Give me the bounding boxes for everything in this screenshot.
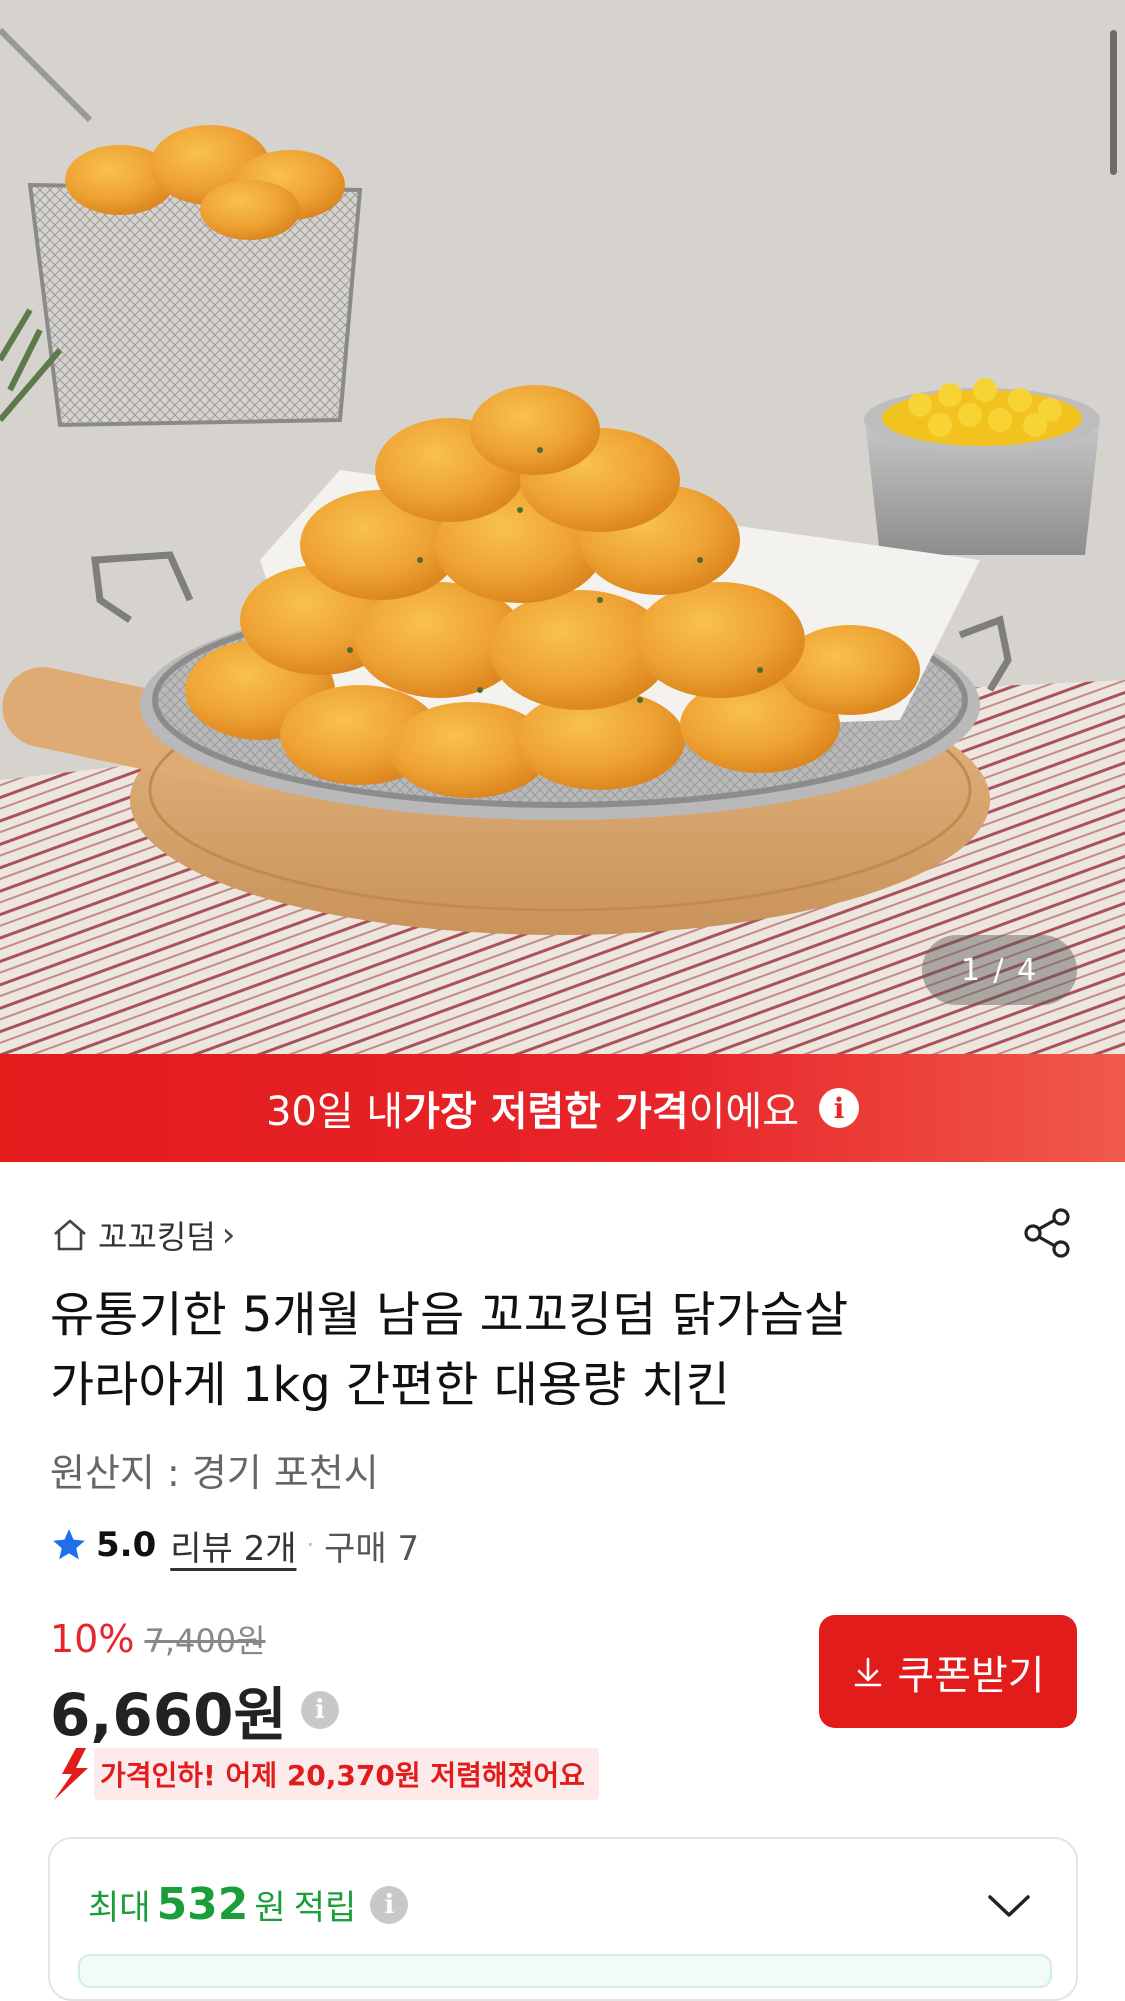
origin-text: 원산지 : 경기 포천시 xyxy=(50,1451,379,1495)
price-drop-notice: 가격인하! 어제 20,370원 저렴해졌어요 xyxy=(48,1748,599,1800)
rating-score: 5.0 xyxy=(96,1525,157,1565)
original-price: 7,400원 xyxy=(144,1622,266,1660)
separator: · xyxy=(306,1531,315,1559)
discount-row: 10% 7,400원 xyxy=(50,1616,266,1662)
store-name: 꼬꼬킹덤 xyxy=(98,1218,216,1256)
points-detail-strip xyxy=(78,1954,1052,1988)
points-unit: 원 xyxy=(254,1888,286,1928)
sale-price: 6,660원 xyxy=(50,1681,287,1749)
info-icon[interactable]: i xyxy=(819,1088,860,1128)
coupon-label: 쿠폰받기 xyxy=(897,1652,1045,1699)
info-icon[interactable]: i xyxy=(370,1885,409,1924)
points-prefix: 최대 xyxy=(88,1888,151,1928)
image-pager: 1 / 4 xyxy=(922,935,1077,1005)
banner-prefix: 30일 내 xyxy=(265,1089,404,1135)
star-icon xyxy=(53,1529,85,1560)
banner-suffix: 이에요 xyxy=(688,1089,800,1135)
info-icon[interactable]: i xyxy=(300,1691,339,1729)
points-suffix: 적립 xyxy=(293,1888,357,1928)
price-drop-message: 가격인하! 어제 20,370원 저렴해졌어요 xyxy=(94,1748,599,1800)
chevron-right-icon: › xyxy=(221,1215,236,1255)
lowest-price-banner: 30일 내 가장 저렴한 가격 이에요 i xyxy=(0,1054,1125,1162)
price-row: 6,660원 i xyxy=(50,1668,339,1752)
discount-rate: 10% xyxy=(50,1617,135,1661)
rating-row: 5.0 리뷰 2개 · 구매 7 xyxy=(50,1520,419,1570)
home-icon xyxy=(54,1219,86,1251)
product-title-line: 유통기한 5개월 남음 꼬꼬킹덤 닭가슴살 xyxy=(50,1287,849,1343)
points-amount: 532 xyxy=(156,1879,249,1930)
fried-chicken-photo xyxy=(0,0,1125,1054)
coupon-button[interactable]: 쿠폰받기 xyxy=(819,1615,1077,1728)
purchase-count: 구매 7 xyxy=(324,1528,420,1569)
chevron-down-icon[interactable] xyxy=(986,1891,1032,1921)
points-info: 최대 532 원 적립 i xyxy=(88,1879,409,1930)
download-icon xyxy=(855,1657,882,1686)
product-title-line: 가라아게 1kg 간편한 대용량 치킨 xyxy=(50,1357,730,1413)
banner-highlight: 가장 저렴한 가격 xyxy=(403,1089,689,1135)
price-down-arrow-icon xyxy=(54,1748,88,1800)
review-link[interactable]: 리뷰 2개 xyxy=(170,1521,296,1570)
points-card[interactable]: 최대 532 원 적립 i xyxy=(48,1837,1078,2001)
product-title: 유통기한 5개월 남음 꼬꼬킹덤 닭가슴살 가라아게 1kg 간편한 대용량 치… xyxy=(50,1280,1050,1420)
store-link[interactable]: 꼬꼬킹덤 › xyxy=(50,1210,235,1260)
product-image[interactable]: 1 / 4 xyxy=(0,0,1125,1054)
page-scrollbar[interactable] xyxy=(1110,30,1117,175)
share-icon[interactable] xyxy=(1019,1205,1075,1261)
